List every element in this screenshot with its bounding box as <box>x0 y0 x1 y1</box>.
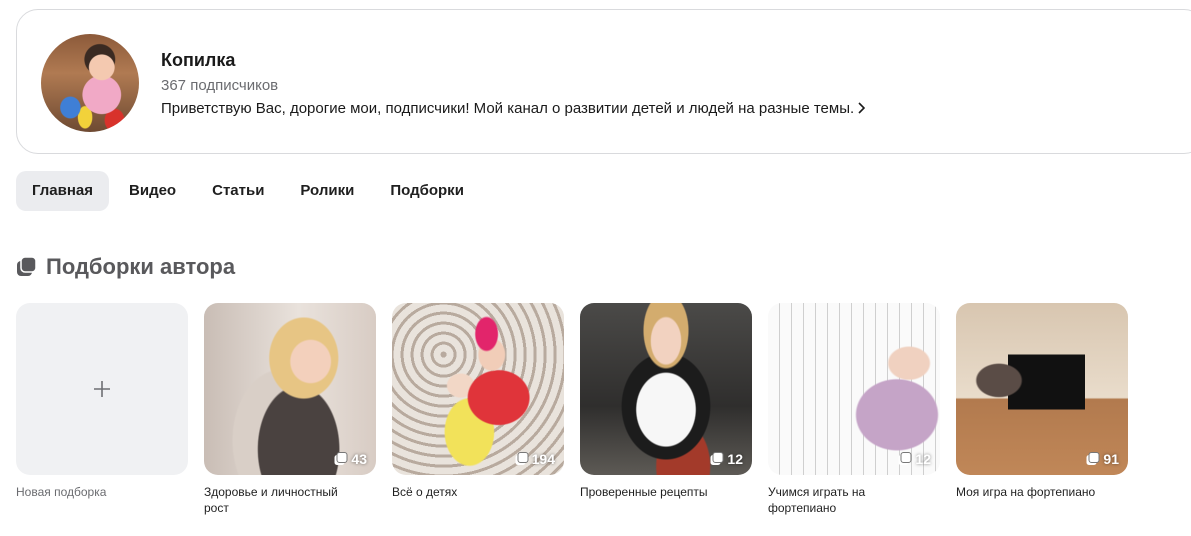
collection-title: Новая подборка <box>16 485 107 499</box>
new-collection-card[interactable]: Новая подборка <box>16 303 188 500</box>
collection-thumbnail[interactable]: 12 <box>768 303 940 475</box>
tab-articles[interactable]: Статьи <box>196 171 280 211</box>
collections-icon <box>1086 452 1100 465</box>
collection-count-value: 91 <box>1103 451 1119 467</box>
channel-description-text: Приветствую Вас, дорогие мои, подписчики… <box>161 100 855 117</box>
collection-card[interactable]: 12 Проверенные рецепты <box>580 303 752 500</box>
collection-thumbnail[interactable]: 91 <box>956 303 1128 475</box>
section-title-text: Подборки автора <box>46 254 236 279</box>
collection-count: 43 <box>334 451 367 467</box>
tab-collections[interactable]: Подборки <box>374 171 480 211</box>
collection-thumbnail[interactable]: 12 <box>580 303 752 475</box>
collection-title: Всё о детях <box>392 485 458 499</box>
collection-card[interactable]: 43 Здоровье и личностный рост <box>204 303 376 516</box>
collections-icon <box>17 256 37 276</box>
subscriber-count: 367 подписчиков <box>161 77 279 94</box>
tab-shorts[interactable]: Ролики <box>284 171 370 211</box>
collection-card[interactable]: 194 Всё о детях <box>392 303 564 500</box>
tab-main[interactable]: Главная <box>16 171 110 211</box>
chevron-right-icon[interactable] <box>857 101 866 118</box>
tab-video[interactable]: Видео <box>113 171 192 211</box>
collection-card[interactable]: 12 Учимся играть на фортепиано <box>768 303 940 516</box>
collection-count-value: 12 <box>915 451 931 467</box>
collection-title: Моя игра на фортепиано <box>956 485 1096 499</box>
collection-count: 91 <box>1086 451 1119 467</box>
channel-header: Копилка 367 подписчиков Приветствую Вас,… <box>16 9 1191 154</box>
collection-title: Учимся играть на фортепиано <box>768 485 866 515</box>
collections-icon <box>710 452 724 465</box>
collections-icon <box>515 452 529 465</box>
collection-count: 194 <box>515 451 555 467</box>
channel-tabs: Главная Видео Статьи Ролики Подборки <box>16 171 484 211</box>
collections-icon <box>334 452 348 465</box>
channel-description[interactable]: Приветствую Вас, дорогие мои, подписчики… <box>161 100 866 118</box>
collection-thumbnail[interactable]: 43 <box>204 303 376 475</box>
collection-count-value: 43 <box>351 451 367 467</box>
collections-icon <box>898 452 912 465</box>
avatar[interactable] <box>41 34 139 132</box>
collection-card[interactable]: 91 Моя игра на фортепиано <box>956 303 1128 500</box>
new-collection-thumb[interactable] <box>16 303 188 475</box>
collection-count: 12 <box>898 451 931 467</box>
collection-count: 12 <box>710 451 743 467</box>
section-title: Подборки автора <box>16 254 235 280</box>
collection-thumbnail[interactable]: 194 <box>392 303 564 475</box>
collection-title: Проверенные рецепты <box>580 485 708 499</box>
collection-title: Здоровье и личностный рост <box>204 485 338 515</box>
channel-name[interactable]: Копилка <box>161 50 235 71</box>
plus-icon <box>94 381 110 397</box>
collection-count-value: 12 <box>727 451 743 467</box>
collection-count-value: 194 <box>531 451 555 467</box>
